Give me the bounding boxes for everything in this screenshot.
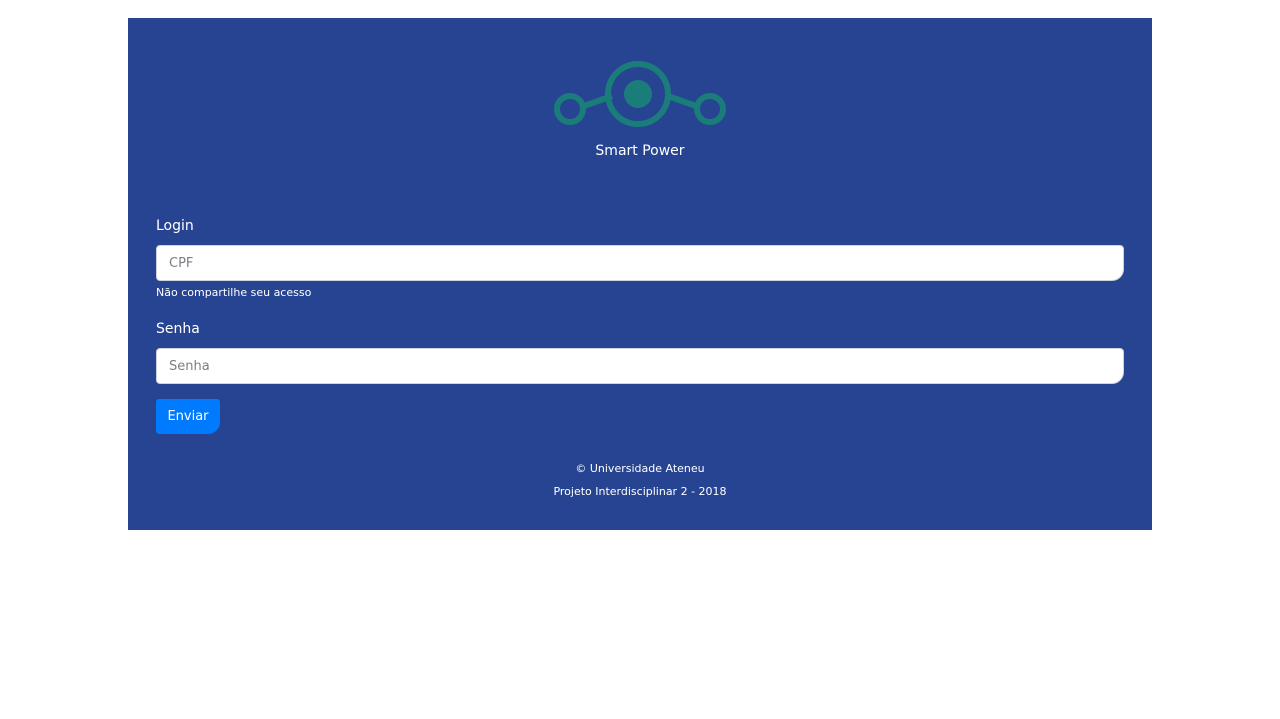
password-label: Senha (156, 321, 200, 337)
brand-name: Smart Power (595, 143, 685, 159)
login-panel: Smart Power Login Não compartilhe seu ac… (128, 18, 1152, 530)
cpf-input[interactable] (156, 245, 1124, 281)
password-input[interactable] (156, 348, 1124, 384)
footer-project: Projeto Interdisciplinar 2 - 2018 (553, 485, 727, 498)
submit-button[interactable]: Enviar (156, 399, 220, 434)
node-link-logo-icon (554, 61, 726, 127)
login-label: Login (156, 218, 194, 234)
footer-copyright: © Universidade Ateneu (575, 462, 705, 475)
login-help-text: Não compartilhe seu acesso (156, 286, 312, 299)
